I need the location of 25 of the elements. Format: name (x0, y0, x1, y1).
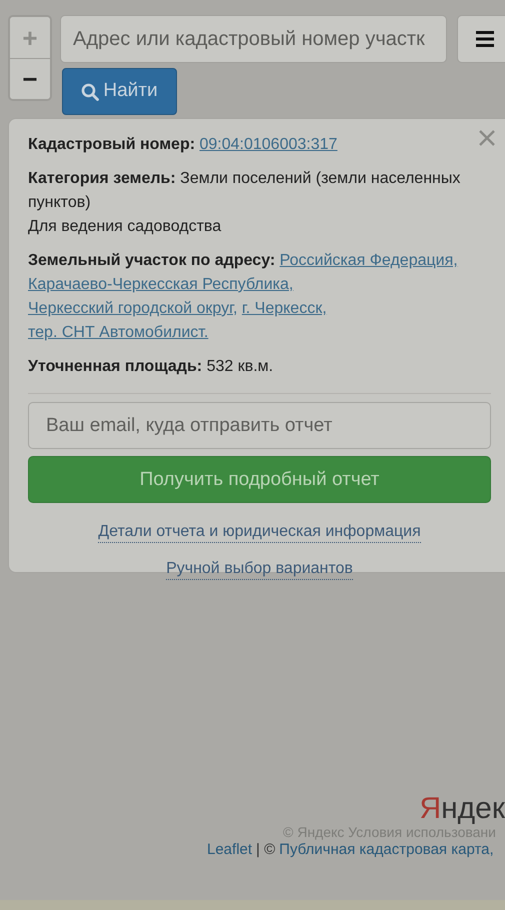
address-link[interactable]: г. Черкесск, (242, 300, 327, 317)
search-button[interactable]: Найти (62, 68, 177, 115)
address-link[interactable]: Карачаево-Черкесская Республика, (28, 276, 294, 293)
attribution-text: | © (256, 841, 276, 859)
field-label: Земельный участок по адресу: (28, 252, 276, 269)
email-field[interactable]: Ваш email, куда отправить отчет (28, 402, 491, 449)
search-field[interactable]: Адрес или кадастровый номер участк (60, 15, 447, 63)
zoom-out-button[interactable]: − (10, 58, 50, 99)
search-icon (81, 82, 100, 100)
menu-icon (476, 31, 494, 47)
attribution-link[interactable]: Leaflet (207, 841, 252, 859)
menu-button[interactable] (457, 15, 505, 63)
attribution-link[interactable]: Публичная кадастровая карта, (279, 841, 494, 859)
report-link[interactable]: Ручной выбор вариантов (166, 559, 353, 580)
field-label: Кадастровый номер: (28, 136, 196, 153)
field-text: Уточненная площадь: 532 кв.м. (28, 357, 274, 377)
field-text: Категория земель: Земли поселений (земли населенных пунктов) (28, 169, 462, 213)
address-link[interactable]: Черкесский городской округ, (28, 300, 238, 317)
cadastral-number-link[interactable]: 09:04:0106003:317 (200, 136, 338, 153)
land-use-text: Для ведения садоводства (28, 218, 222, 235)
address-link[interactable]: тер. СНТ Автомобилист. (28, 324, 208, 341)
address-link[interactable]: Российская Федерация, (280, 252, 458, 269)
report-link[interactable]: Детали отчета и юридическая информация (98, 522, 421, 543)
get-report-button[interactable]: Получить подробный отчет (28, 456, 491, 503)
map-logo: Яндек (419, 794, 505, 824)
